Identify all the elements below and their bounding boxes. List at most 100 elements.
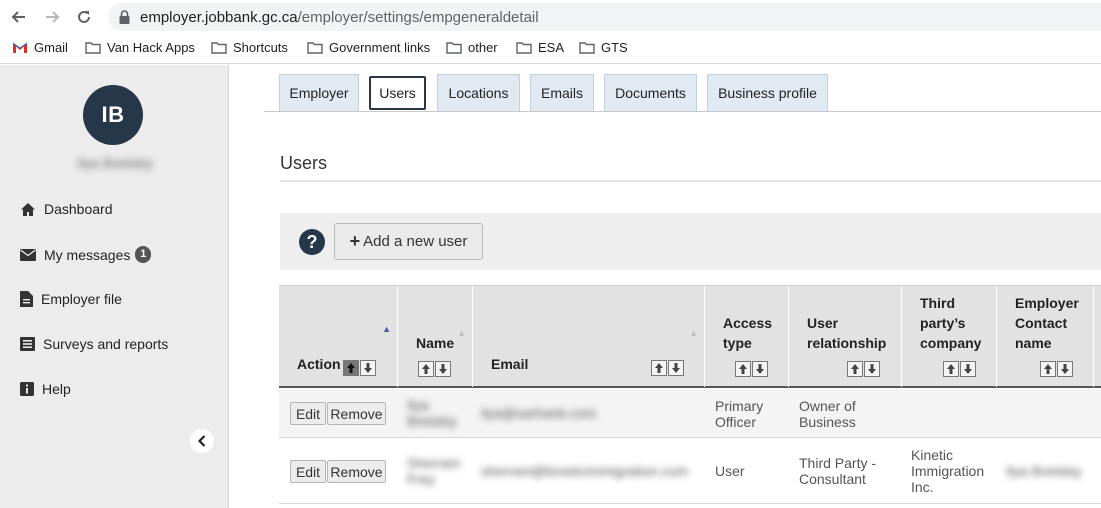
edit-user-button[interactable]: Edit [290,402,326,425]
arrow-up-icon [422,364,430,374]
bookmark-label: GTS [601,40,628,55]
column-header-name[interactable]: ▲ Name [398,286,473,387]
bookmark-van-hack-apps[interactable]: Van Hack Apps [85,40,195,55]
table-row: Edit Remove Ilya Bretskiy ilya@sarhank.c… [279,389,1101,438]
sidebar-item-employer-file[interactable]: Employer file [20,291,122,307]
add-user-button[interactable]: + Add a new user [334,223,483,260]
sidebar-item-help[interactable]: Help [20,381,71,397]
contact-name-cell: Ilya Bretskiy [1006,463,1082,479]
help-question-icon[interactable]: ? [299,229,325,255]
sort-hint-icon: ▲ [457,328,466,338]
bookmark-label: Shortcuts [233,40,288,55]
sort-asc-button[interactable] [847,361,863,377]
add-user-label: Add a new user [363,233,468,250]
sort-desc-button[interactable] [752,361,768,377]
url-path: /employer/settings/empgeneraldetail [297,9,539,26]
user-name: Ilya Bretskiy [77,155,153,171]
sort-desc-button[interactable] [435,361,451,377]
sort-asc-button[interactable] [418,361,434,377]
sidebar-item-surveys-and-reports[interactable]: Surveys and reports [20,336,168,352]
bookmark-shortcuts[interactable]: Shortcuts [211,40,288,55]
sort-controls [943,361,976,377]
sort-controls [847,361,880,377]
arrow-down-icon [964,364,972,374]
tab-documents[interactable]: Documents [604,74,697,111]
table-row: Edit Remove Sherrani Frey sherrani@kinet… [279,439,1101,504]
home-icon [21,202,35,216]
arrow-up-icon [1044,364,1052,374]
sort-desc-button[interactable] [960,361,976,377]
sidebar-item-label: Dashboard [44,201,113,217]
column-label: Action [297,356,341,372]
section-divider [280,180,1101,182]
column-label: Access type [723,315,773,351]
tab-bar-divider [264,111,1101,112]
arrow-up-icon [947,364,955,374]
relationship-cell: Third Party - Consultant [799,455,877,487]
bookmark-label: other [468,40,498,55]
sort-desc-button[interactable] [668,360,684,376]
remove-user-button[interactable]: Remove [327,402,386,425]
sidebar-item-dashboard[interactable]: Dashboard [20,201,113,217]
chevron-left-icon [197,435,206,447]
sort-asc-button[interactable] [651,360,667,376]
forward-button[interactable] [41,6,63,28]
users-toolbar: ? + Add a new user [280,213,1101,270]
bookmark-label: Van Hack Apps [107,40,195,55]
sort-ascending-icon: ▲ [382,324,391,334]
arrow-down-icon [756,364,764,374]
sort-asc-button[interactable] [943,361,959,377]
column-header-third-party-company[interactable]: Third party’s company [902,286,997,387]
info-icon [20,382,34,396]
bookmark-other[interactable]: other [446,40,498,55]
tab-users[interactable]: Users [369,76,426,110]
sidebar-item-my-messages[interactable]: My messages 1 [20,246,152,263]
reload-button[interactable] [73,6,95,28]
third-party-company-cell: Kinetic Immigration Inc. [911,447,985,495]
tab-business-profile[interactable]: Business profile [707,74,828,111]
column-header-user-relationship[interactable]: User relationship [789,286,902,387]
url-host: employer.jobbank.gc.ca [140,9,298,26]
arrow-right-icon [46,11,60,23]
arrow-up-icon [851,364,859,374]
column-header-access-type[interactable]: Access type [705,286,789,387]
arrow-down-icon [1061,364,1069,374]
sort-desc-button[interactable] [360,360,376,376]
sidebar: IB Ilya Bretskiy Dashboard My messages 1… [0,65,228,508]
collapse-sidebar-button[interactable] [190,429,214,453]
bookmark-government-links[interactable]: Government links [307,40,430,55]
sort-asc-button[interactable] [1040,361,1056,377]
lock-icon [119,10,130,24]
column-header-email[interactable]: ▲ Email [473,286,705,387]
column-header-action[interactable]: ▲ Action [279,286,398,387]
bookmark-gmail[interactable]: Gmail [12,40,68,55]
url-field[interactable]: employer.jobbank.gc.ca/employer/settings… [108,3,1101,31]
sort-desc-button[interactable] [1057,361,1073,377]
sort-controls [651,360,684,376]
folder-icon [446,42,462,54]
tab-locations[interactable]: Locations [437,74,520,111]
edit-user-button[interactable]: Edit [290,460,326,483]
bookmark-label: Gmail [34,40,68,55]
user-name-cell: Ilya Bretskiy [407,397,457,429]
arrow-down-icon [868,364,876,374]
bookmark-esa[interactable]: ESA [516,40,564,55]
remove-user-button[interactable]: Remove [327,460,386,483]
tab-emails[interactable]: Emails [530,74,594,111]
bookmarks-bar: Gmail Van Hack Apps Shortcuts Government… [0,34,1101,64]
sort-asc-button[interactable] [735,361,751,377]
tab-employer[interactable]: Employer [279,74,359,111]
file-icon [20,291,33,307]
messages-count-badge: 1 [135,246,152,263]
list-icon [20,337,35,351]
sort-asc-button[interactable] [343,360,359,376]
bookmark-gts[interactable]: GTS [579,40,628,55]
user-email-cell: sherrani@kineticimmigration.com [481,463,689,479]
sort-controls [735,361,768,377]
user-email-cell: ilya@sarhank.com [481,405,597,421]
sort-desc-button[interactable] [864,361,880,377]
browser-address-bar: employer.jobbank.gc.ca/employer/settings… [0,0,1101,34]
sidebar-item-label: Employer file [41,291,122,307]
column-header-employer-contact-name[interactable]: Employer Contact name [997,286,1094,387]
back-button[interactable] [8,6,30,28]
